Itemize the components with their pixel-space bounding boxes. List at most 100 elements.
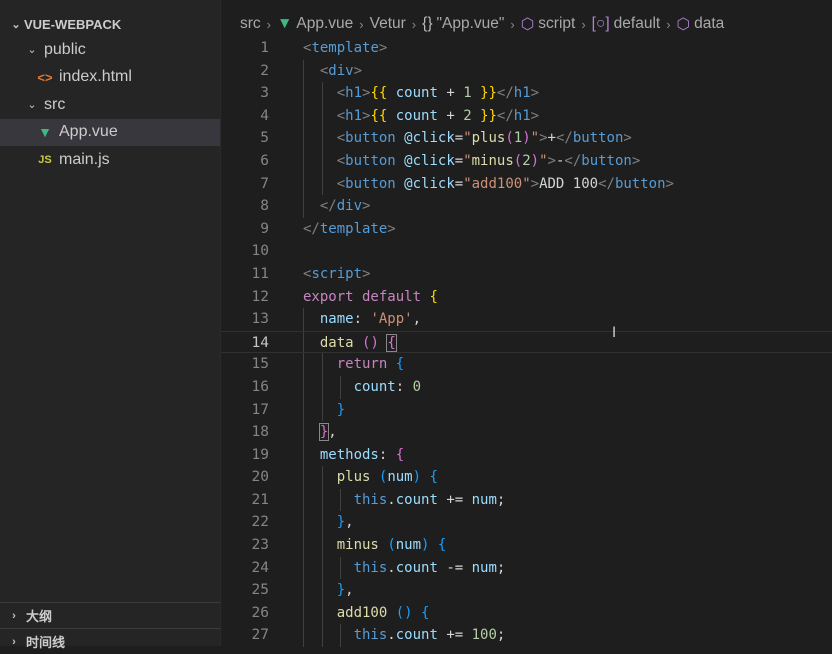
code-token: 2 [522, 152, 531, 169]
breadcrumb-data[interactable]: data [694, 15, 724, 33]
code-token: this [353, 559, 388, 576]
code-token: data [319, 334, 354, 351]
breadcrumb-vetur[interactable]: Vetur [370, 15, 406, 33]
tree-file-index-html[interactable]: <> index.html [0, 64, 220, 92]
breadcrumb-default[interactable]: default [614, 15, 661, 33]
code-token: > [530, 175, 540, 192]
code-token: { [421, 604, 430, 621]
code-token: button [345, 130, 396, 147]
code-editor[interactable]: 1 <template> 2 <div> 3 <h1>{{ count + 1 }}<… [221, 37, 832, 648]
code-line[interactable]: 19 methods: { [221, 443, 832, 467]
code-token: num [471, 559, 497, 576]
line-number: 10 [251, 243, 269, 260]
code-token: += [437, 627, 472, 644]
line-number: 25 [251, 582, 269, 599]
code-token: </ [303, 220, 320, 237]
code-token: " [530, 130, 540, 147]
breadcrumb-src[interactable]: src [240, 15, 261, 33]
line-code: count: 0 [303, 376, 421, 399]
explorer-sidebar: ⌄ VUE-WEBPACK ⌄ public <> index.html ⌄ s… [0, 0, 221, 650]
code-line[interactable]: 5 <button @click="plus(1)">+</button> [221, 127, 832, 150]
code-token: 2 [463, 107, 472, 124]
code-line[interactable]: 2 <div> [221, 59, 832, 83]
code-line[interactable]: 8 </div> [221, 195, 832, 218]
line-code: this.count += num; [303, 489, 506, 512]
code-token: ( [513, 152, 523, 169]
code-line[interactable]: 18 }, [221, 421, 832, 444]
code-token: < [336, 175, 346, 192]
tree-item-label: public [44, 40, 86, 58]
code-token: ; [496, 491, 506, 508]
code-line[interactable]: 15 return { [221, 353, 832, 376]
code-line[interactable]: 20 plus (num) { [221, 466, 832, 489]
code-token: </ [496, 107, 514, 124]
line-number: 8 [260, 198, 269, 215]
code-token: , [328, 424, 337, 441]
code-line[interactable]: 21 this.count += num; [221, 488, 832, 512]
tree-file-app-vue[interactable]: ▼ App.vue [0, 118, 220, 146]
code-line[interactable]: 22 }, [221, 511, 832, 535]
code-token: ) [522, 130, 531, 147]
code-token: num [471, 491, 497, 508]
code-token: button [345, 175, 396, 192]
line-number: 18 [251, 424, 269, 441]
code-line[interactable]: 10 [221, 240, 832, 263]
code-line[interactable]: 12 export default { [221, 286, 832, 309]
code-token: }} [480, 85, 497, 102]
code-token: count [395, 627, 438, 644]
code-line[interactable]: 11 <script> [221, 263, 832, 286]
code-token: button [581, 152, 632, 169]
line-number: 3 [260, 85, 269, 102]
code-token: } [336, 514, 346, 531]
code-line[interactable]: 7 <button @click="add100">ADD 100</butto… [221, 172, 832, 196]
tree-folder-src[interactable]: ⌄ src [0, 91, 220, 119]
code-line[interactable]: 16 count: 0 [221, 375, 832, 399]
line-code: <button @click="add100">ADD 100</button> [303, 173, 674, 196]
code-line[interactable]: 17 } [221, 398, 832, 422]
tree-file-main-js[interactable]: JS main.js [0, 146, 220, 174]
code-token: ) [412, 469, 422, 486]
code-token: </ [496, 85, 514, 102]
line-code: export default { [303, 286, 438, 309]
breadcrumb-script[interactable]: script [538, 15, 575, 33]
code-line[interactable]: 14 data () { [221, 330, 832, 354]
code-line[interactable]: 25 }, [221, 579, 832, 602]
code-token: > [631, 152, 641, 169]
code-line[interactable]: 6 <button @click="minus(2)">-</button> [221, 149, 832, 173]
line-number: 11 [251, 265, 269, 282]
code-line[interactable]: 26 add100 () { [221, 601, 832, 625]
code-line[interactable]: 4 <h1>{{ count + 2 }}</h1> [221, 104, 832, 128]
code-line[interactable]: 13 name: 'App', [221, 308, 832, 331]
code-line[interactable]: 1 <template> [221, 37, 832, 60]
project-header[interactable]: ⌄ VUE-WEBPACK [0, 12, 220, 36]
code-line[interactable]: 24 this.count -= num; [221, 556, 832, 580]
code-line[interactable]: 3 <h1>{{ count + 1 }}</h1> [221, 82, 832, 105]
code-token: ; [496, 559, 506, 576]
outline-label: 大纲 [26, 609, 53, 624]
line-number: 24 [251, 559, 269, 576]
timeline-section[interactable]: › 时间线 [0, 628, 220, 654]
symbol-field-icon: [○] [591, 15, 610, 32]
code-line[interactable]: 9 </template> [221, 218, 832, 241]
code-token: : [353, 311, 371, 328]
outline-section[interactable]: › 大纲 [0, 602, 220, 628]
tree-folder-public[interactable]: ⌄ public [0, 36, 220, 64]
code-token: { [386, 333, 397, 352]
code-token: () [362, 334, 379, 351]
breadcrumb-module[interactable]: "App.vue" [437, 15, 505, 33]
breadcrumb-file[interactable]: App.vue [296, 15, 353, 33]
code-line[interactable]: 23 minus (num) { [221, 534, 832, 557]
chevron-right-icon: › [359, 16, 364, 32]
line-code: this.count += 100; [303, 624, 506, 647]
code-line[interactable]: 27 this.count += 100; [221, 624, 832, 648]
